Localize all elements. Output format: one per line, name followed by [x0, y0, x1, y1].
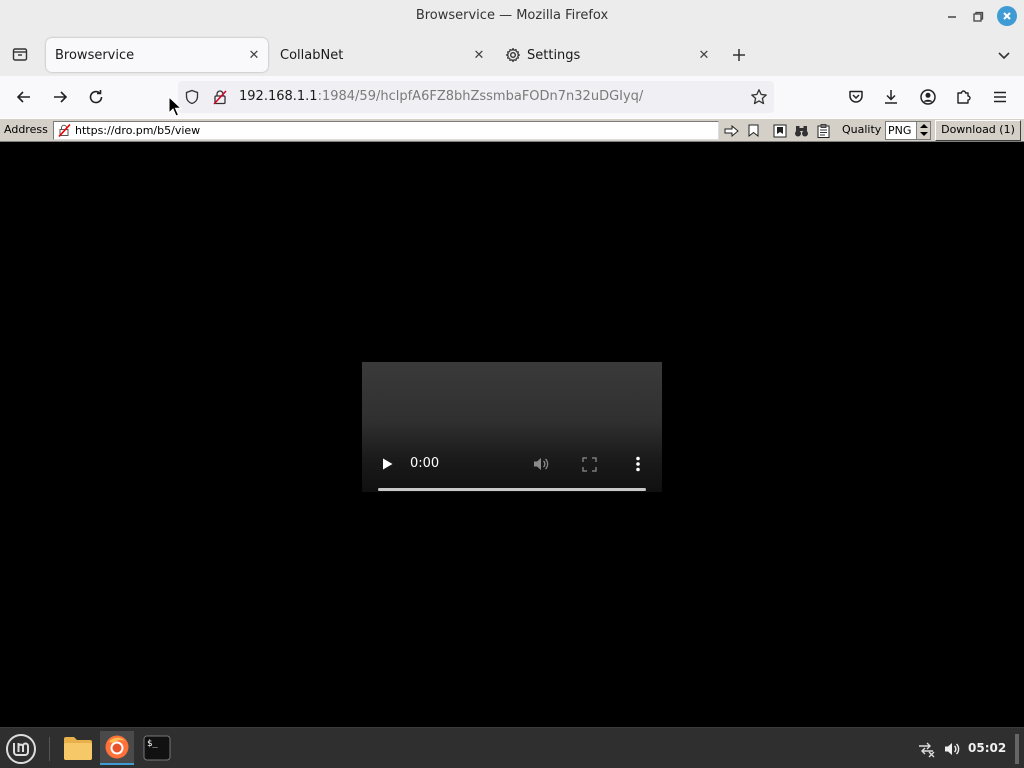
maximize-button[interactable]	[968, 7, 988, 27]
quality-spinner[interactable]	[916, 122, 930, 139]
reload-icon	[89, 90, 103, 104]
page-content: 0:00	[0, 143, 1024, 727]
app-menu-button[interactable]	[989, 86, 1011, 108]
tab-label: Settings	[527, 47, 581, 63]
download-icon	[885, 90, 897, 104]
tab-close-button[interactable]: ✕	[696, 47, 712, 63]
navigation-toolbar: 192.168.1.1:1984/59/hclpfA6FZ8bhZssmbaFO…	[0, 76, 1024, 118]
tab-label: CollabNet	[280, 47, 344, 63]
browservice-address-field[interactable]: https://dro.pm/b5/view	[53, 121, 719, 140]
puzzle-piece-icon	[957, 90, 971, 104]
arrow-right-icon	[54, 91, 68, 103]
quality-value: PNG	[888, 124, 912, 137]
more-options-icon[interactable]	[634, 456, 642, 472]
tab-settings[interactable]: Settings ✕	[496, 38, 718, 72]
bookmarks-list-button[interactable]	[771, 122, 788, 139]
downloads-button[interactable]	[880, 86, 902, 108]
tab-browservice[interactable]: Browservice ✕	[46, 38, 268, 72]
find-button[interactable]	[793, 122, 810, 139]
list-all-tabs-button[interactable]	[994, 45, 1014, 65]
quality-select[interactable]: PNG	[885, 121, 931, 140]
bookmark-icon	[748, 124, 759, 137]
go-arrow-icon	[724, 124, 739, 137]
forward-button[interactable]	[49, 86, 71, 108]
go-button[interactable]	[723, 122, 740, 139]
url-host: 192.168.1.1	[239, 89, 318, 104]
quality-label: Quality	[842, 123, 882, 136]
network-disconnected-icon[interactable]	[917, 740, 935, 758]
firefox-launcher[interactable]	[100, 731, 134, 765]
taskbar-separator	[49, 737, 50, 761]
tab-label: Browservice	[55, 47, 135, 63]
clipboard-button[interactable]	[815, 122, 832, 139]
bookmark-book-icon	[773, 124, 786, 137]
svg-text:$_: $_	[147, 739, 158, 749]
url-bar[interactable]: 192.168.1.1:1984/59/hclpfA6FZ8bhZssmbaFO…	[178, 81, 774, 113]
tracking-protection-shield-icon[interactable]	[184, 89, 200, 105]
taskbar: $_ 05:02	[0, 727, 1024, 768]
arrow-left-icon	[16, 91, 30, 103]
bookmark-button[interactable]	[745, 122, 762, 139]
firefox-view-icon	[12, 48, 28, 61]
bookmark-star-icon[interactable]	[750, 88, 768, 106]
account-button[interactable]	[917, 86, 939, 108]
gear-icon	[505, 47, 521, 63]
download-button[interactable]: Download (1)	[935, 120, 1021, 141]
new-tab-button[interactable]	[729, 45, 749, 65]
binoculars-icon	[795, 125, 808, 136]
tab-collabnet[interactable]: CollabNet ✕	[271, 38, 493, 72]
minimize-button[interactable]	[942, 7, 962, 27]
clock[interactable]: 05:02	[968, 741, 1006, 755]
extensions-button[interactable]	[953, 86, 975, 108]
fullscreen-icon[interactable]	[582, 457, 597, 472]
tab-strip: Browservice ✕ CollabNet ✕ Settings ✕	[0, 34, 1024, 76]
url-path: :1984/59/hclpfA6FZ8bhZssmbaFODn7n32uDGIy…	[317, 89, 644, 104]
close-window-button[interactable]	[997, 6, 1017, 26]
reload-button[interactable]	[85, 86, 107, 108]
video-time: 0:00	[410, 456, 440, 471]
mouse-cursor-icon	[168, 96, 183, 117]
minimize-icon	[948, 16, 956, 18]
tab-close-button[interactable]: ✕	[246, 47, 262, 63]
hamburger-menu-icon	[994, 91, 1006, 103]
account-icon	[920, 89, 936, 105]
close-icon	[1003, 12, 1011, 20]
linux-mint-menu-icon[interactable]	[5, 733, 37, 765]
files-launcher[interactable]	[61, 731, 95, 765]
show-desktop-button[interactable]	[1015, 734, 1019, 764]
insecure-connection-icon	[58, 124, 71, 137]
address-label: Address	[4, 123, 48, 136]
folder-icon	[64, 737, 92, 760]
tab-close-button[interactable]: ✕	[471, 47, 487, 63]
browservice-address-value: https://dro.pm/b5/view	[75, 124, 201, 137]
terminal-launcher[interactable]: $_	[140, 731, 174, 765]
pocket-button[interactable]	[845, 86, 867, 108]
firefox-view-button[interactable]	[8, 43, 32, 65]
restore-icon	[973, 11, 984, 22]
firefox-icon	[105, 735, 129, 759]
plus-icon	[733, 49, 745, 61]
chevron-down-icon	[998, 52, 1010, 60]
insecure-lock-icon[interactable]	[212, 89, 228, 105]
back-button[interactable]	[13, 86, 35, 108]
terminal-icon: $_	[143, 735, 171, 761]
pocket-icon	[849, 90, 863, 103]
volume-icon[interactable]	[532, 456, 550, 472]
play-icon[interactable]	[380, 457, 394, 471]
clipboard-icon	[817, 123, 830, 138]
window-titlebar: Browservice — Mozilla Firefox	[0, 0, 1024, 34]
browservice-toolbar: Address https://dro.pm/b5/view Quality P…	[0, 118, 1024, 142]
window-title: Browservice — Mozilla Firefox	[415, 8, 609, 23]
volume-tray-icon[interactable]	[943, 740, 961, 758]
video-player[interactable]: 0:00	[362, 362, 662, 492]
url-text[interactable]: 192.168.1.1:1984/59/hclpfA6FZ8bhZssmbaFO…	[239, 89, 643, 104]
video-progress-bar[interactable]	[378, 488, 646, 491]
